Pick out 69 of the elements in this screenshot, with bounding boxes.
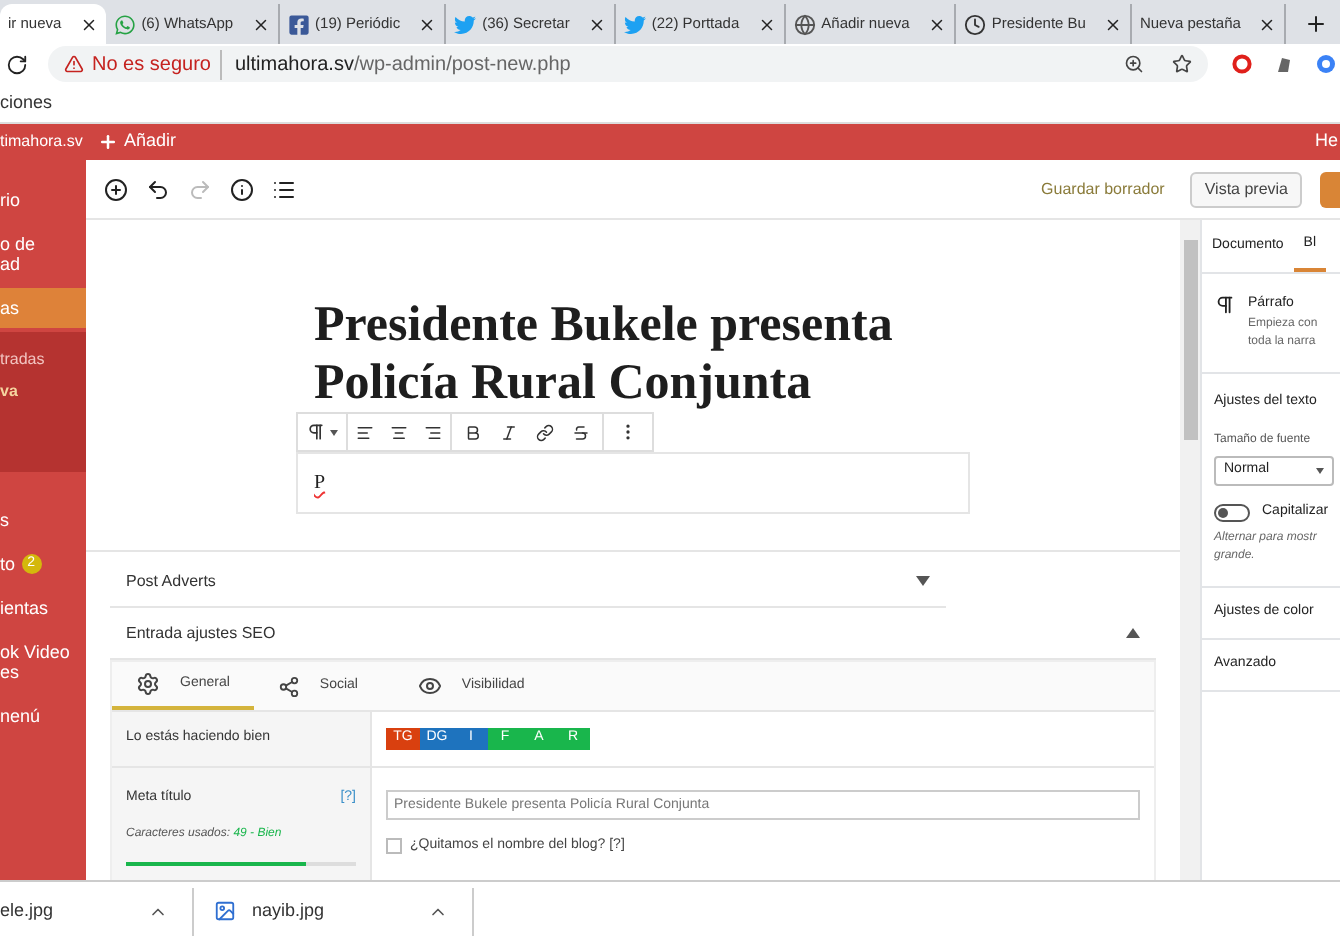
account-link[interactable]: He: [1314, 128, 1340, 156]
settings-icon: [136, 672, 160, 696]
align-left-icon[interactable]: [356, 423, 374, 441]
toggle-switch[interactable]: [1214, 503, 1250, 522]
site-name[interactable]: timahora.sv: [0, 130, 86, 154]
collapse-icon[interactable]: [1126, 628, 1140, 638]
globe-icon: [793, 13, 816, 35]
menu-item[interactable]: rio: [0, 180, 86, 220]
paragraph-icon[interactable]: [306, 422, 326, 442]
expand-icon[interactable]: [916, 576, 930, 586]
paragraph-icon: [1214, 294, 1236, 316]
align-center-icon[interactable]: [390, 423, 408, 441]
close-icon[interactable]: [927, 15, 946, 33]
italic-icon[interactable]: [500, 423, 518, 441]
save-draft-link[interactable]: Guardar borrador: [1041, 177, 1165, 201]
link-icon[interactable]: [536, 423, 554, 441]
dropdown-icon: [1316, 468, 1324, 474]
add-block-icon[interactable]: [104, 177, 128, 201]
submenu-item[interactable]: tradas: [0, 344, 86, 376]
close-icon[interactable]: [1258, 15, 1277, 33]
file-icon: [214, 900, 236, 922]
checkbox[interactable]: [386, 838, 402, 855]
paragraph-block[interactable]: P: [296, 452, 970, 514]
info-icon[interactable]: [230, 177, 254, 201]
security-label[interactable]: No es seguro: [92, 49, 223, 79]
share-icon: [277, 675, 300, 697]
menu-item[interactable]: ok Video es: [0, 632, 86, 692]
zoom-icon[interactable]: [1124, 54, 1144, 74]
paragraph-text: P: [314, 470, 326, 498]
undo-icon[interactable]: [146, 177, 170, 201]
menu-item[interactable]: ientas: [0, 588, 86, 628]
download-item[interactable]: nayib.jpg: [194, 887, 474, 935]
address-bar[interactable]: No es seguro ultimahora.sv/wp-admin/post-new.php: [48, 46, 1208, 82]
publish-button[interactable]: [1320, 171, 1340, 207]
social-icon: [287, 13, 310, 35]
close-icon[interactable]: [251, 15, 270, 33]
preview-button[interactable]: Vista previa: [1190, 171, 1302, 207]
ring-icon[interactable]: [1232, 54, 1252, 74]
menu-item[interactable]: s: [0, 500, 86, 540]
strikethrough-icon[interactable]: [572, 423, 590, 441]
new-tab-icon[interactable]: [1304, 12, 1329, 36]
bird-icon: [623, 13, 646, 35]
chat-icon: [113, 13, 136, 35]
url-text: ultimahora.sv/wp-admin/post-new.php: [234, 51, 571, 79]
download-item[interactable]: ele.jpg: [0, 887, 194, 935]
add-new-button[interactable]: Añadir: [98, 128, 177, 156]
submenu-item[interactable]: va: [0, 376, 86, 408]
bird-icon: [454, 13, 477, 35]
reload-icon[interactable]: [6, 53, 28, 75]
bookmark-item[interactable]: ciones: [0, 89, 53, 117]
dropdown-icon[interactable]: [330, 429, 338, 435]
warning-icon: [64, 54, 84, 74]
extension-icon[interactable]: [1274, 54, 1294, 74]
plus-icon: [98, 132, 118, 152]
menu-item[interactable]: nenú: [0, 696, 86, 736]
menu-item[interactable]: o de ad: [0, 224, 86, 284]
close-icon[interactable]: [757, 15, 776, 33]
close-icon[interactable]: [1103, 15, 1122, 33]
clock-icon: [963, 13, 986, 35]
close-icon[interactable]: [79, 15, 98, 33]
close-icon[interactable]: [418, 15, 437, 33]
scrollbar[interactable]: [1180, 220, 1200, 880]
bookmark-star-icon[interactable]: [1172, 54, 1192, 74]
eye-icon: [417, 674, 442, 698]
align-right-icon[interactable]: [424, 423, 442, 441]
extension-icon[interactable]: [1316, 54, 1336, 74]
bold-icon[interactable]: [464, 423, 482, 441]
close-icon[interactable]: [587, 15, 606, 33]
post-title[interactable]: Presidente Bukele presenta Policía Rural Conjunta: [314, 296, 980, 412]
